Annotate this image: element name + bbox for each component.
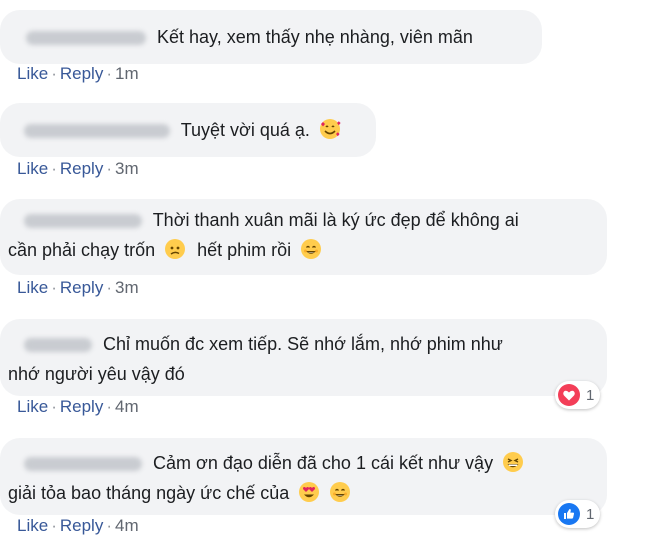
reply-link[interactable]: Reply bbox=[60, 516, 103, 535]
reply-link[interactable]: Reply bbox=[60, 397, 103, 416]
commenter-name[interactable] bbox=[24, 124, 170, 139]
reply-link[interactable]: Reply bbox=[60, 64, 103, 83]
comment-text: Thời thanh xuân mãi là ký ức đẹp để khôn… bbox=[152, 210, 519, 230]
comment-actions: Like · Reply · 4m bbox=[17, 397, 139, 416]
like-link[interactable]: Like bbox=[17, 278, 48, 297]
grinning-squinting-face-icon bbox=[503, 452, 524, 472]
grinning-face-icon bbox=[301, 239, 322, 259]
comment-line: giải tỏa bao tháng ngày ức chế của bbox=[8, 478, 607, 508]
comment-time[interactable]: 1m bbox=[115, 64, 139, 83]
reply-link[interactable]: Reply bbox=[60, 278, 103, 297]
comment-time[interactable]: 3m bbox=[115, 159, 139, 178]
comment-actions: Like · Reply · 3m bbox=[17, 278, 139, 297]
comment-line: Cảm ơn đạo diễn đã cho 1 cái kết như vậy bbox=[24, 448, 607, 478]
commenter-name[interactable] bbox=[24, 338, 92, 353]
comment-text: Chỉ muốn đc xem tiếp. Sẽ nhớ lắm, nhớ ph… bbox=[103, 334, 503, 354]
like-link[interactable]: Like bbox=[17, 516, 48, 535]
comment-actions: Like · Reply · 4m bbox=[17, 516, 139, 535]
commenter-name[interactable] bbox=[24, 214, 142, 229]
like-reaction-icon bbox=[558, 503, 580, 525]
comment-actions: Like · Reply · 3m bbox=[17, 159, 139, 178]
comment-text: Tuyệt vời quá ạ. bbox=[180, 120, 310, 140]
like-link[interactable]: Like bbox=[17, 397, 48, 416]
reaction-count: 1 bbox=[586, 505, 595, 523]
like-link[interactable]: Like bbox=[17, 159, 48, 178]
commenter-name[interactable] bbox=[26, 31, 146, 46]
comment-text: hết phim rồi bbox=[197, 240, 292, 260]
reaction-count-badge[interactable]: 1 bbox=[555, 500, 601, 528]
grinning-face-icon bbox=[330, 482, 351, 502]
comment-line: nhớ người yêu vậy đó bbox=[8, 359, 607, 389]
comment-bubble: Thời thanh xuân mãi là ký ức đẹp để khôn… bbox=[0, 199, 607, 275]
comment-text: Cảm ơn đạo diễn đã cho 1 cái kết như vậy bbox=[153, 453, 494, 473]
worried-face-icon bbox=[165, 239, 186, 259]
comment-line: cần phải chạy trốn hết phim rồi bbox=[8, 235, 607, 265]
comment-bubble: Cảm ơn đạo diễn đã cho 1 cái kết như vậy… bbox=[0, 438, 607, 515]
comment-text: Kết hay, xem thấy nhẹ nhàng, viên mãn bbox=[157, 27, 473, 47]
reply-link[interactable]: Reply bbox=[60, 159, 103, 178]
commenter-name[interactable] bbox=[24, 457, 142, 472]
comment-time[interactable]: 4m bbox=[115, 516, 139, 535]
comment-bubble: Chỉ muốn đc xem tiếp. Sẽ nhớ lắm, nhớ ph… bbox=[0, 319, 607, 396]
heart-eyes-face-icon bbox=[299, 482, 320, 502]
comment-time[interactable]: 4m bbox=[115, 397, 139, 416]
comment-line: Chỉ muốn đc xem tiếp. Sẽ nhớ lắm, nhớ ph… bbox=[24, 329, 607, 359]
comment-text: giải tỏa bao tháng ngày ức chế của bbox=[8, 483, 290, 503]
like-link[interactable]: Like bbox=[17, 64, 48, 83]
comment-text: cần phải chạy trốn bbox=[8, 240, 156, 260]
comment-text: nhớ người yêu vậy đó bbox=[8, 364, 185, 384]
smiling-face-with-hearts-icon bbox=[319, 119, 341, 139]
love-reaction-icon bbox=[558, 384, 580, 406]
reaction-count: 1 bbox=[586, 386, 595, 404]
comment-line: Thời thanh xuân mãi là ký ức đẹp để khôn… bbox=[24, 205, 607, 235]
comment-actions: Like · Reply · 1m bbox=[17, 64, 139, 83]
comment-bubble: Tuyệt vời quá ạ. bbox=[0, 103, 376, 157]
comment-time[interactable]: 3m bbox=[115, 278, 139, 297]
comment-bubble: Kết hay, xem thấy nhẹ nhàng, viên mãn bbox=[0, 10, 542, 64]
reaction-count-badge[interactable]: 1 bbox=[555, 381, 601, 409]
